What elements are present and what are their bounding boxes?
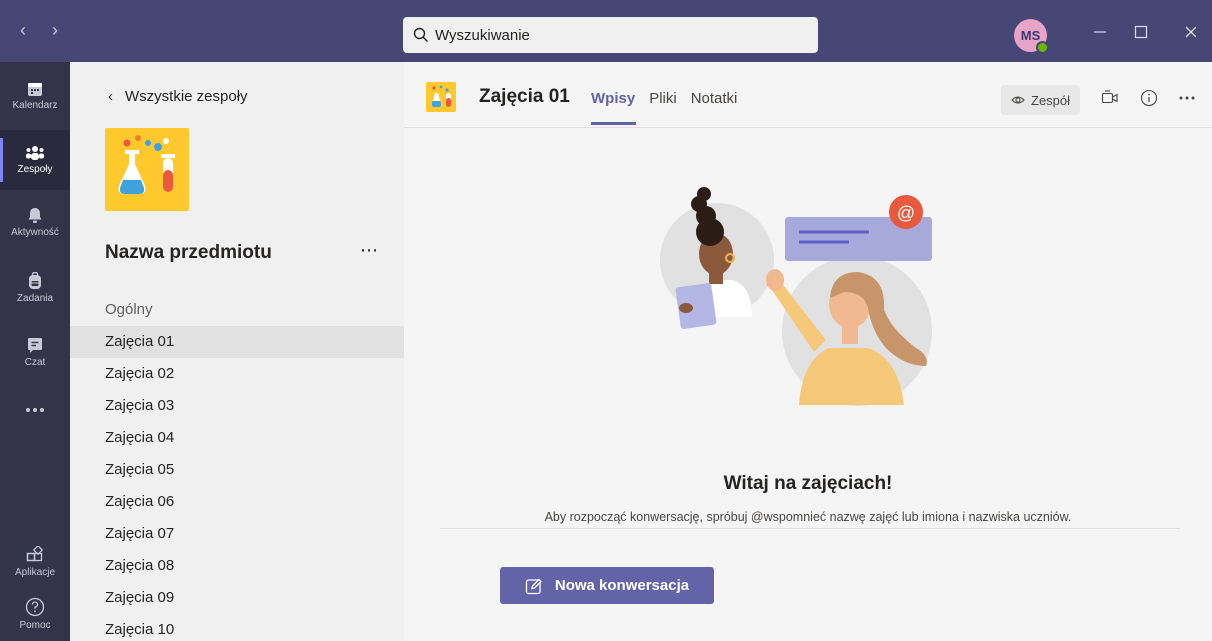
search-icon xyxy=(413,27,428,42)
chevron-left-icon: ‹ xyxy=(108,88,113,105)
tab-notes[interactable]: Notatki xyxy=(691,90,738,107)
rail-item-assignments[interactable]: Zadania xyxy=(0,258,70,318)
rail-item-apps[interactable]: Aplikacje xyxy=(0,532,70,592)
channel-list: Ogólny Zajęcia 01 Zajęcia 02 Zajęcia 03 … xyxy=(70,294,404,641)
channel-item-zajecia-03[interactable]: Zajęcia 03 xyxy=(70,390,404,422)
channel-item-zajecia-08[interactable]: Zajęcia 08 xyxy=(70,550,404,582)
bell-icon xyxy=(28,207,42,223)
rail-item-calendar[interactable]: Kalendarz xyxy=(0,66,70,126)
team-panel: ‹ Wszystkie zespoły Nazwa przedmiotu ⋯ O… xyxy=(70,62,404,641)
channel-item-zajecia-01[interactable]: Zajęcia 01 xyxy=(70,326,404,358)
team-name: Nazwa przedmiotu xyxy=(105,242,272,263)
minimize-icon[interactable] xyxy=(1090,22,1110,42)
channel-header: Zajęcia 01 Wpisy Pliki Notatki Zespół xyxy=(404,62,1212,128)
channel-item-zajecia-06[interactable]: Zajęcia 06 xyxy=(70,486,404,518)
team-button[interactable]: Zespół xyxy=(1001,85,1081,115)
team-more-options-icon[interactable]: ⋯ xyxy=(360,240,379,261)
all-teams-label: Wszystkie zespoły xyxy=(125,88,248,105)
welcome-illustration: @ xyxy=(654,180,944,410)
apps-icon xyxy=(26,546,44,562)
app-bar: Kalendarz Zespoły Aktywność Zadania Czat… xyxy=(0,62,70,641)
welcome-text: Aby rozpocząć konwersację, spróbuj @wspo… xyxy=(544,510,1072,524)
rail-label-help: Pomoc xyxy=(19,620,51,631)
title-bar: ‹ › MS xyxy=(0,0,1212,62)
rail-item-help[interactable]: Pomoc xyxy=(0,584,70,641)
search-input[interactable] xyxy=(435,26,795,44)
welcome-title: Witaj na zajęciach! xyxy=(723,473,893,494)
tab-files[interactable]: Pliki xyxy=(649,90,677,107)
channel-item-zajecia-10[interactable]: Zajęcia 10 xyxy=(70,614,404,641)
channel-item-zajecia-09[interactable]: Zajęcia 09 xyxy=(70,582,404,614)
channel-title: Zajęcia 01 xyxy=(479,86,570,107)
channel-item-zajecia-05[interactable]: Zajęcia 05 xyxy=(70,454,404,486)
rail-item-chat[interactable]: Czat xyxy=(0,322,70,382)
back-arrow-icon[interactable]: ‹ xyxy=(14,20,32,40)
rail-item-activity[interactable]: Aktywność xyxy=(0,192,70,252)
more-options-icon[interactable] xyxy=(1176,87,1198,109)
close-icon[interactable] xyxy=(1181,22,1201,42)
backpack-icon xyxy=(29,272,41,289)
compose-icon xyxy=(525,578,542,594)
new-conversation-button[interactable]: Nowa konwersacja xyxy=(500,567,714,604)
tab-posts[interactable]: Wpisy xyxy=(591,90,637,125)
rail-label-apps: Aplikacje xyxy=(14,567,56,578)
maximize-icon[interactable] xyxy=(1131,22,1151,42)
rail-item-teams[interactable]: Zespoły xyxy=(0,130,70,190)
new-conversation-label: Nowa konwersacja xyxy=(554,577,690,594)
channel-item-zajecia-07[interactable]: Zajęcia 07 xyxy=(70,518,404,550)
calendar-icon xyxy=(28,83,42,96)
rail-label-calendar: Kalendarz xyxy=(12,100,58,111)
search-box[interactable] xyxy=(403,17,818,53)
channel-item-general[interactable]: Ogólny xyxy=(70,294,404,326)
channel-item-zajecia-02[interactable]: Zajęcia 02 xyxy=(70,358,404,390)
eye-icon xyxy=(1011,96,1025,104)
all-teams-link[interactable]: ‹ Wszystkie zespoły xyxy=(108,88,248,105)
channel-item-zajecia-04[interactable]: Zajęcia 04 xyxy=(70,422,404,454)
info-icon[interactable] xyxy=(1138,87,1160,109)
svg-text:@: @ xyxy=(897,203,915,223)
channel-tabs: Wpisy Pliki Notatki xyxy=(591,90,738,125)
channel-team-logo xyxy=(426,82,456,112)
rail-label-activity: Aktywność xyxy=(11,226,59,238)
channel-view: Zajęcia 01 Wpisy Pliki Notatki Zespół @ … xyxy=(404,62,1212,641)
divider xyxy=(440,528,1180,529)
avatar-initials: MS xyxy=(1020,28,1041,43)
help-icon xyxy=(25,597,45,617)
more-icon xyxy=(26,408,44,412)
team-logo xyxy=(105,128,189,211)
teams-icon xyxy=(26,146,44,160)
forward-arrow-icon[interactable]: › xyxy=(46,20,64,40)
chat-icon xyxy=(28,337,42,353)
presence-available-icon xyxy=(1036,41,1049,54)
meet-now-icon[interactable] xyxy=(1099,87,1121,109)
more-apps-button[interactable] xyxy=(0,380,70,440)
rail-label-assignments: Zadania xyxy=(16,293,54,304)
rail-label-teams: Zespoły xyxy=(17,164,53,175)
rail-label-chat: Czat xyxy=(24,356,46,368)
nav-arrows: ‹ › xyxy=(14,20,64,40)
team-button-label: Zespół xyxy=(1031,92,1071,108)
